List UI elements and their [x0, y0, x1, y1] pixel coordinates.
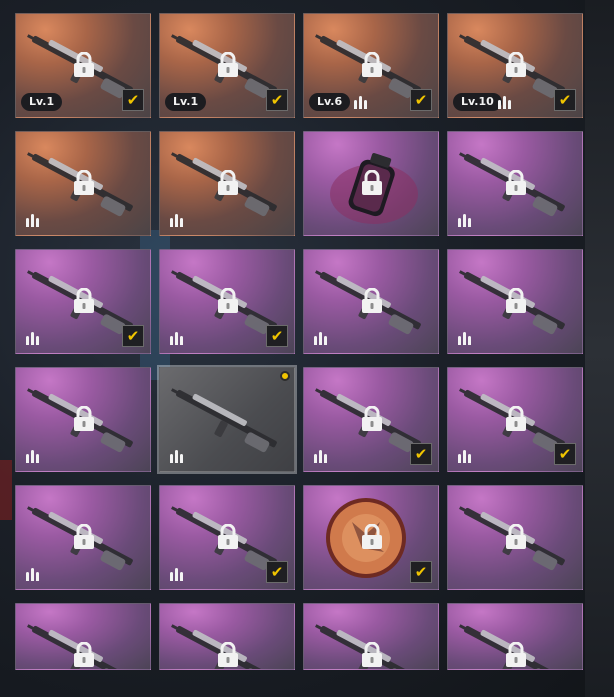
item-tile-rifle-20[interactable] — [159, 603, 295, 670]
item-tile-rifle-13[interactable] — [157, 365, 297, 474]
ammo-icon — [354, 95, 368, 109]
item-tile-rifle-12[interactable] — [15, 367, 151, 472]
lock-icon — [217, 169, 239, 196]
lock-icon — [361, 287, 383, 314]
item-tile-rifle-19[interactable] — [15, 603, 151, 670]
item-tile-rifle-9[interactable]: ✔ — [159, 249, 295, 354]
ammo-icon — [314, 449, 328, 463]
lock-icon — [505, 51, 527, 78]
item-tile-rifle-7[interactable] — [447, 131, 583, 236]
lock-icon — [217, 287, 239, 314]
lock-icon — [505, 641, 527, 668]
item-tile-rifle-2[interactable]: Lv.1 ✔ — [159, 13, 295, 118]
item-tile-rifle-6[interactable] — [159, 131, 295, 236]
lock-icon — [361, 405, 383, 432]
checkmark-icon[interactable]: ✔ — [122, 89, 144, 111]
ammo-icon — [458, 449, 472, 463]
lock-icon — [361, 169, 383, 196]
ammo-icon — [170, 567, 184, 581]
item-tile-grenade[interactable] — [303, 131, 439, 236]
lock-icon — [361, 51, 383, 78]
notification-dot — [280, 371, 290, 381]
item-tile-rifle-1[interactable]: Lv.1 ✔ — [15, 13, 151, 118]
lock-icon — [505, 523, 527, 550]
item-tile-rifle-15[interactable]: ✔ — [447, 367, 583, 472]
lock-icon — [73, 51, 95, 78]
checkmark-icon[interactable]: ✔ — [266, 325, 288, 347]
checkmark-icon[interactable]: ✔ — [554, 89, 576, 111]
level-badge: Lv.1 — [165, 93, 207, 111]
ammo-icon — [170, 213, 184, 227]
item-tile-rifle-5[interactable] — [15, 131, 151, 236]
checkmark-icon[interactable]: ✔ — [122, 325, 144, 347]
level-badge: Lv.1 — [21, 93, 63, 111]
ammo-icon — [26, 567, 40, 581]
level-badge: Lv.6 — [309, 93, 351, 111]
lock-icon — [73, 641, 95, 668]
ammo-icon — [458, 213, 472, 227]
ammo-icon — [170, 331, 184, 345]
ammo-icon — [26, 213, 40, 227]
checkmark-icon[interactable]: ✔ — [266, 89, 288, 111]
item-tile-rifle-16[interactable] — [15, 485, 151, 590]
lock-icon — [73, 287, 95, 314]
ammo-icon — [314, 331, 328, 345]
item-tile-rifle-21[interactable] — [303, 603, 439, 670]
lock-icon — [505, 287, 527, 314]
item-tile-rifle-10[interactable] — [303, 249, 439, 354]
lock-icon — [361, 641, 383, 668]
lock-icon — [73, 169, 95, 196]
lock-icon — [73, 523, 95, 550]
item-tile-shield[interactable]: ✔ — [303, 485, 439, 590]
ammo-icon — [26, 449, 40, 463]
item-tile-rifle-14[interactable]: ✔ — [303, 367, 439, 472]
lock-icon — [361, 523, 383, 550]
lock-icon — [505, 169, 527, 196]
checkmark-icon[interactable]: ✔ — [266, 561, 288, 583]
lock-icon — [217, 641, 239, 668]
checkmark-icon[interactable]: ✔ — [554, 443, 576, 465]
item-grid: Lv.1 ✔ Lv.1 ✔ Lv.6 ✔ Lv.10 ✔ ✔ ✔ ✔ ✔ ✔ ✔ — [0, 0, 614, 697]
item-tile-rifle-3[interactable]: Lv.6 ✔ — [303, 13, 439, 118]
lock-icon — [505, 405, 527, 432]
item-tile-rifle-4[interactable]: Lv.10 ✔ — [447, 13, 583, 118]
checkmark-icon[interactable]: ✔ — [410, 561, 432, 583]
item-tile-rifle-8[interactable]: ✔ — [15, 249, 151, 354]
ammo-icon — [170, 449, 184, 463]
lock-icon — [73, 405, 95, 432]
checkmark-icon[interactable]: ✔ — [410, 443, 432, 465]
item-tile-rifle-22[interactable] — [447, 603, 583, 670]
ammo-icon — [498, 95, 512, 109]
lock-icon — [217, 51, 239, 78]
item-tile-rifle-11[interactable] — [447, 249, 583, 354]
ammo-icon — [26, 331, 40, 345]
level-badge: Lv.10 — [453, 93, 502, 111]
lock-icon — [217, 523, 239, 550]
checkmark-icon[interactable]: ✔ — [410, 89, 432, 111]
item-tile-rifle-17[interactable]: ✔ — [159, 485, 295, 590]
ammo-icon — [458, 331, 472, 345]
item-tile-rifle-18[interactable] — [447, 485, 583, 590]
